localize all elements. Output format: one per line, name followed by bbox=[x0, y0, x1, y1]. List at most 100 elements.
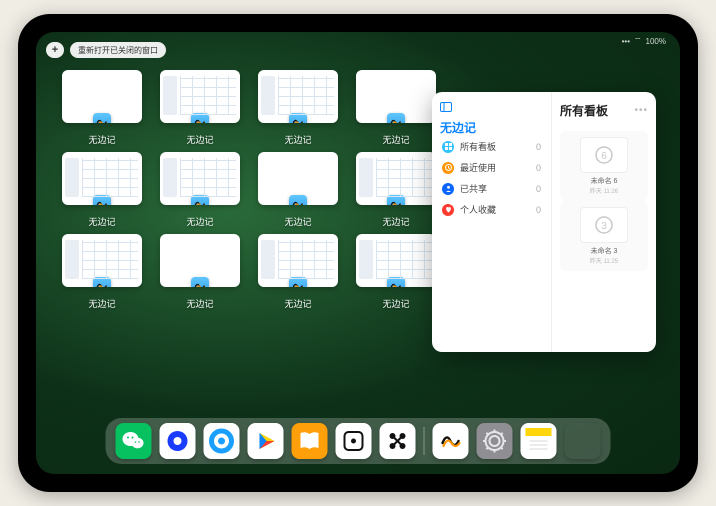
reopen-closed-window-button[interactable]: 重新打开已关闭的窗口 bbox=[70, 42, 166, 58]
people-icon bbox=[442, 183, 454, 195]
board-card[interactable]: 6 未命名 6 昨天 11:26 bbox=[560, 131, 648, 201]
window-label: 无边记 bbox=[284, 133, 311, 146]
dock-notes-icon[interactable] bbox=[521, 423, 557, 459]
grid-icon bbox=[442, 141, 454, 153]
app-window[interactable]: 无边记 bbox=[160, 70, 240, 146]
add-window-button[interactable]: + bbox=[46, 42, 64, 58]
freeform-icon bbox=[289, 113, 307, 123]
freeform-popover: 无边记 所有看板 0 最近使用 0 已共享 0 个人收藏 0 所有看板 ••• … bbox=[432, 92, 656, 352]
ipad-device: ••• ⌔ 100% + 重新打开已关闭的窗口 无边记 无边记 无边记 无边记 … bbox=[18, 14, 698, 492]
window-icon bbox=[440, 102, 543, 115]
sidebar-item-count: 0 bbox=[536, 142, 541, 152]
app-switcher-grid: 无边记 无边记 无边记 无边记 无边记 无边记 无边记 无边记 bbox=[62, 70, 436, 310]
sidebar-item-label: 已共享 bbox=[460, 182, 487, 195]
window-thumbnail bbox=[62, 152, 142, 205]
dock bbox=[106, 418, 611, 464]
clock-icon bbox=[442, 162, 454, 174]
sidebar-item-count: 0 bbox=[536, 184, 541, 194]
status-bar: ••• ⌔ 100% bbox=[622, 36, 666, 46]
dock-settings-icon[interactable] bbox=[477, 423, 513, 459]
popover-sidebar: 无边记 所有看板 0 最近使用 0 已共享 0 个人收藏 0 bbox=[432, 92, 552, 352]
dock-wechat-icon[interactable] bbox=[116, 423, 152, 459]
window-label: 无边记 bbox=[186, 215, 213, 228]
window-thumbnail bbox=[160, 152, 240, 205]
freeform-icon bbox=[387, 113, 405, 123]
app-window[interactable]: 无边记 bbox=[258, 152, 338, 228]
svg-text:3: 3 bbox=[601, 221, 607, 232]
sidebar-item-label: 所有看板 bbox=[460, 140, 496, 153]
sidebar-item-count: 0 bbox=[536, 205, 541, 215]
board-thumbnail: 3 bbox=[580, 207, 628, 243]
window-thumbnail bbox=[356, 70, 436, 123]
dock-multi-icon[interactable] bbox=[565, 423, 601, 459]
app-window[interactable]: 无边记 bbox=[356, 234, 436, 310]
board-sublabel: 昨天 11:25 bbox=[590, 256, 618, 265]
board-card[interactable]: 3 未命名 3 昨天 11:25 bbox=[560, 201, 648, 271]
more-icon[interactable]: ••• bbox=[634, 105, 648, 116]
wifi-icon: ⌔ bbox=[634, 36, 642, 46]
app-window[interactable]: 无边记 bbox=[258, 234, 338, 310]
window-label: 无边记 bbox=[284, 215, 311, 228]
window-label: 无边记 bbox=[186, 133, 213, 146]
window-thumbnail bbox=[258, 70, 338, 123]
app-window[interactable]: 无边记 bbox=[356, 70, 436, 146]
app-window[interactable]: 无边记 bbox=[62, 152, 142, 228]
dock-freeform-icon[interactable] bbox=[433, 423, 469, 459]
board-label: 未命名 6 bbox=[591, 176, 618, 186]
board-thumbnail: 6 bbox=[580, 137, 628, 173]
freeform-icon bbox=[191, 277, 209, 287]
sidebar-item-label: 个人收藏 bbox=[460, 203, 496, 216]
popover-left-title: 无边记 bbox=[440, 119, 543, 136]
dock-separator bbox=[424, 427, 425, 455]
window-thumbnail bbox=[62, 70, 142, 123]
dock-books-icon[interactable] bbox=[292, 423, 328, 459]
dock-browser2-icon[interactable] bbox=[204, 423, 240, 459]
popover-right-title: 所有看板 bbox=[560, 102, 608, 119]
freeform-icon bbox=[387, 277, 405, 287]
sidebar-item-label: 最近使用 bbox=[460, 161, 496, 174]
dock-dice-icon[interactable] bbox=[336, 423, 372, 459]
freeform-icon bbox=[93, 195, 111, 205]
window-label: 无边记 bbox=[88, 133, 115, 146]
app-window[interactable]: 无边记 bbox=[356, 152, 436, 228]
dock-connect-icon[interactable] bbox=[380, 423, 416, 459]
dock-play-icon[interactable] bbox=[248, 423, 284, 459]
window-label: 无边记 bbox=[88, 297, 115, 310]
app-window[interactable]: 无边记 bbox=[160, 152, 240, 228]
sidebar-item[interactable]: 所有看板 0 bbox=[440, 136, 543, 157]
sidebar-item[interactable]: 已共享 0 bbox=[440, 178, 543, 199]
window-label: 无边记 bbox=[382, 133, 409, 146]
app-window[interactable]: 无边记 bbox=[62, 70, 142, 146]
app-window[interactable]: 无边记 bbox=[62, 234, 142, 310]
dock-browser1-icon[interactable] bbox=[160, 423, 196, 459]
top-controls: + 重新打开已关闭的窗口 bbox=[46, 42, 166, 58]
window-thumbnail bbox=[356, 234, 436, 287]
window-thumbnail bbox=[258, 234, 338, 287]
board-sublabel: 昨天 11:26 bbox=[590, 186, 618, 195]
window-label: 无边记 bbox=[382, 215, 409, 228]
sidebar-item[interactable]: 个人收藏 0 bbox=[440, 199, 543, 220]
board-label: 未命名 3 bbox=[591, 246, 618, 256]
freeform-icon bbox=[191, 113, 209, 123]
freeform-icon bbox=[289, 277, 307, 287]
sidebar-item[interactable]: 最近使用 0 bbox=[440, 157, 543, 178]
svg-text:6: 6 bbox=[601, 151, 607, 162]
battery-label: 100% bbox=[646, 37, 666, 46]
window-label: 无边记 bbox=[284, 297, 311, 310]
window-label: 无边记 bbox=[382, 297, 409, 310]
freeform-icon bbox=[289, 195, 307, 205]
screen: ••• ⌔ 100% + 重新打开已关闭的窗口 无边记 无边记 无边记 无边记 … bbox=[36, 32, 680, 474]
freeform-icon bbox=[191, 195, 209, 205]
freeform-icon bbox=[93, 277, 111, 287]
window-thumbnail bbox=[258, 152, 338, 205]
app-window[interactable]: 无边记 bbox=[258, 70, 338, 146]
heart-icon bbox=[442, 204, 454, 216]
sidebar-item-count: 0 bbox=[536, 163, 541, 173]
window-thumbnail bbox=[62, 234, 142, 287]
signal-icon: ••• bbox=[622, 37, 630, 46]
window-label: 无边记 bbox=[186, 297, 213, 310]
freeform-icon bbox=[387, 195, 405, 205]
app-window[interactable]: 无边记 bbox=[160, 234, 240, 310]
window-thumbnail bbox=[160, 70, 240, 123]
window-label: 无边记 bbox=[88, 215, 115, 228]
